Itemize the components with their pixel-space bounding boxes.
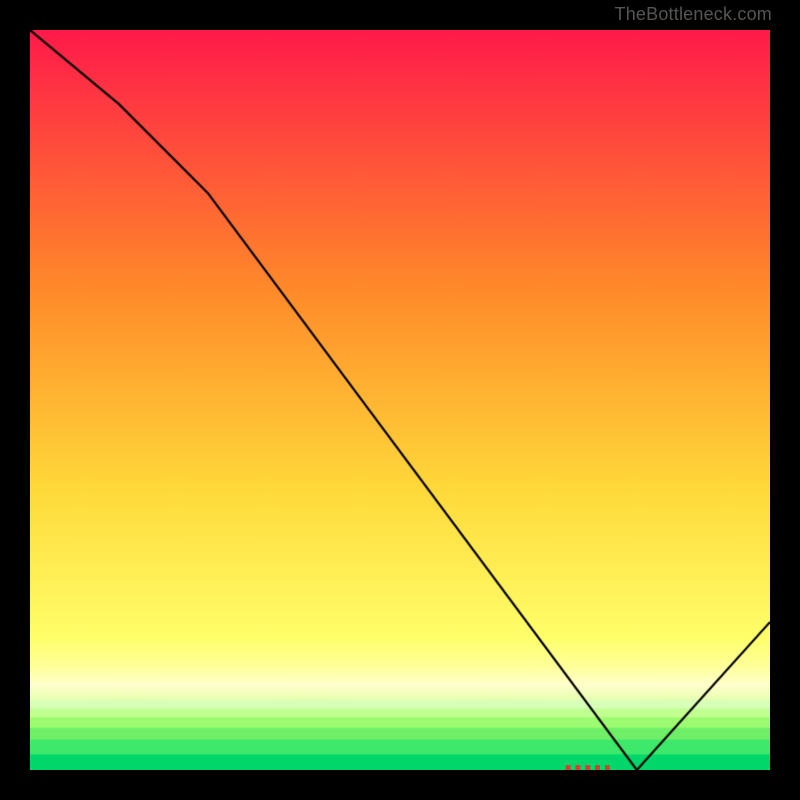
series-line bbox=[30, 30, 770, 770]
marker-label: ■ ■ ■ ■ ■ bbox=[565, 763, 611, 774]
watermark-text: TheBottleneck.com bbox=[615, 4, 772, 25]
plot-frame: ■ ■ ■ ■ ■ bbox=[28, 28, 772, 772]
